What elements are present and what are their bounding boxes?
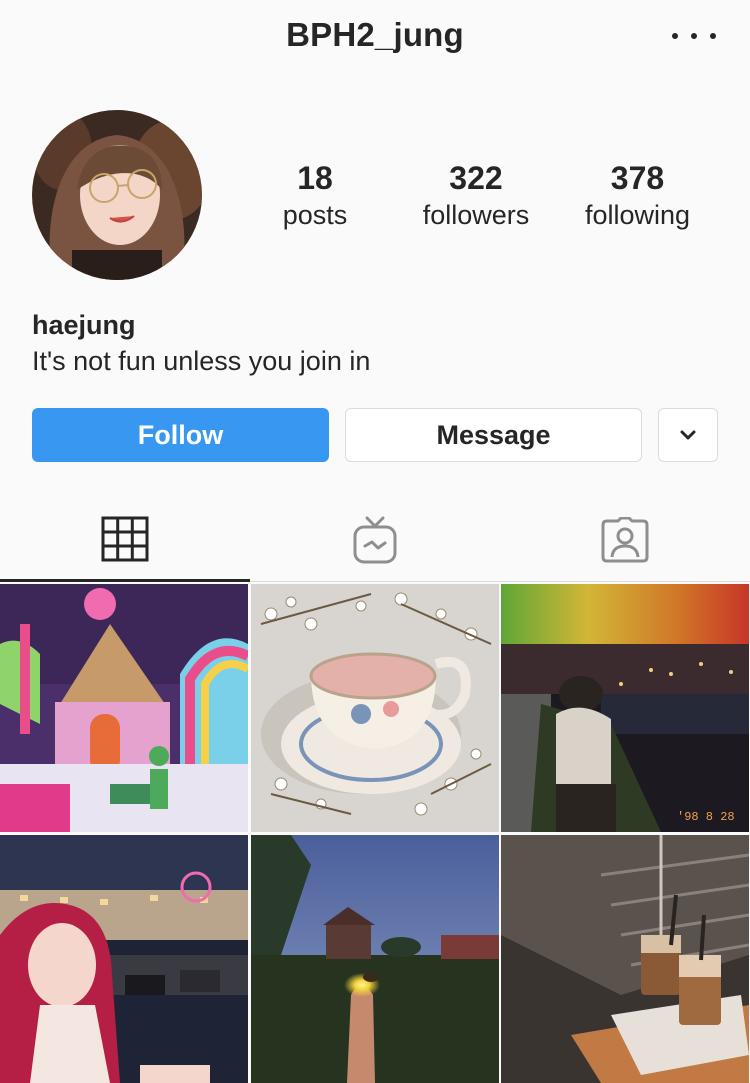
photo-image: '98 8 28 bbox=[501, 584, 749, 832]
photo-firefly[interactable] bbox=[251, 835, 499, 1083]
profile-username-title: BPH2_jung bbox=[286, 16, 464, 53]
tab-grid[interactable] bbox=[0, 498, 250, 582]
avatar-image bbox=[32, 110, 202, 280]
profile-bio: It's not fun unless you join in bbox=[32, 346, 371, 376]
tabs-divider bbox=[250, 581, 750, 582]
photo-image bbox=[501, 835, 749, 1083]
top-bar: BPH2_jung bbox=[0, 0, 750, 76]
posts-label: posts bbox=[282, 200, 348, 230]
photo-image bbox=[251, 835, 499, 1083]
tab-tagged[interactable] bbox=[500, 498, 750, 582]
following-label: following bbox=[584, 200, 691, 230]
stat-followers[interactable]: 322 followers bbox=[396, 158, 556, 232]
more-dot bbox=[672, 33, 678, 39]
profile-tabs bbox=[0, 498, 750, 582]
grid-icon bbox=[101, 516, 149, 561]
followers-label: followers bbox=[422, 200, 530, 230]
igtv-icon bbox=[353, 516, 397, 564]
profile-full-name: haejung bbox=[32, 310, 136, 340]
photo-tea-cup[interactable] bbox=[251, 584, 499, 832]
photo-iced-coffee[interactable] bbox=[501, 835, 749, 1083]
photo-red-hair-portrait[interactable] bbox=[0, 835, 248, 1083]
photo-image bbox=[0, 584, 248, 832]
more-options-icon[interactable] bbox=[672, 22, 716, 50]
stat-following[interactable]: 378 following bbox=[565, 158, 710, 232]
profile-avatar[interactable] bbox=[32, 110, 202, 280]
stat-posts: 18 posts bbox=[255, 158, 375, 232]
more-dot bbox=[710, 33, 716, 39]
photo-candy-house[interactable] bbox=[0, 584, 248, 832]
message-button[interactable]: Message bbox=[345, 408, 642, 462]
more-dot bbox=[691, 33, 697, 39]
following-count: 378 bbox=[610, 160, 665, 196]
chevron-down-icon bbox=[680, 430, 696, 440]
followers-count: 322 bbox=[449, 160, 503, 196]
tab-igtv[interactable] bbox=[250, 498, 500, 582]
tagged-person-icon bbox=[601, 517, 649, 563]
posts-count: 18 bbox=[297, 160, 333, 196]
photo-image bbox=[0, 835, 248, 1083]
photo-date-stamp: '98 8 28 bbox=[677, 810, 735, 824]
suggested-dropdown-button[interactable] bbox=[658, 408, 718, 462]
follow-button[interactable]: Follow bbox=[32, 408, 329, 462]
photo-night-river[interactable]: '98 8 28 bbox=[501, 584, 749, 832]
photo-image bbox=[251, 584, 499, 832]
